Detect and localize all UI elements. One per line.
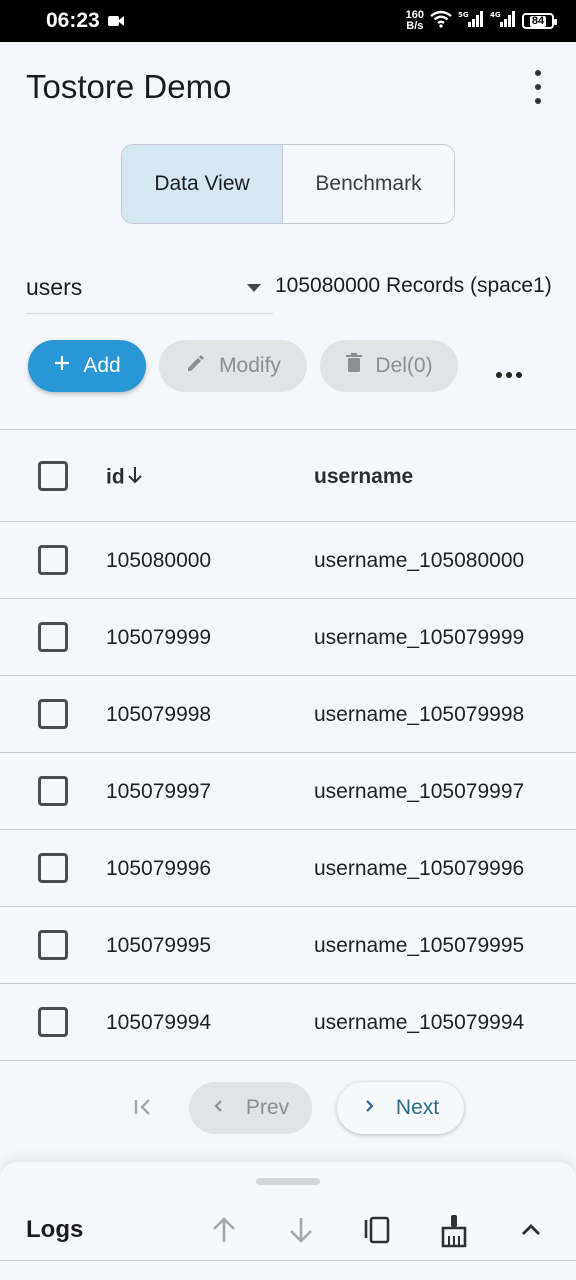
first-page-icon[interactable] — [128, 1092, 158, 1127]
table-row[interactable]: 105079994 username_105079994 — [0, 984, 576, 1061]
app-title: Tostore Demo — [26, 68, 232, 105]
column-header-id[interactable]: id — [106, 465, 143, 491]
chevron-up-icon[interactable] — [516, 1214, 546, 1251]
svg-text:4G: 4G — [490, 11, 501, 19]
status-right: 160 B/s 5G 4G 84 — [405, 9, 557, 33]
record-count: 105080000 Records (space1) — [275, 274, 552, 297]
row-checkbox[interactable] — [38, 776, 68, 806]
row-id: 105079997 — [106, 780, 212, 803]
row-username: username_105079996 — [314, 857, 525, 880]
table-row[interactable]: 105079998 username_105079998 — [0, 676, 576, 753]
delete-button[interactable]: Del(0) — [320, 340, 458, 392]
table-header: id username — [0, 430, 576, 522]
row-checkbox[interactable] — [38, 1007, 68, 1037]
row-id: 105080000 — [106, 549, 212, 572]
next-button-label: Next — [395, 1096, 440, 1119]
view-segmented-control: Data View Benchmark — [121, 144, 455, 224]
logs-divider — [0, 1260, 576, 1261]
video-camera-icon — [107, 9, 124, 33]
prev-button-label: Prev — [245, 1096, 290, 1119]
row-username: username_105079997 — [314, 780, 525, 803]
chevron-left-icon — [212, 1096, 226, 1120]
row-id: 105079999 — [106, 626, 212, 649]
status-bar: 06:23 160 B/s 5G 4G 84 — [0, 0, 576, 42]
app-bar: Tostore Demo — [0, 42, 576, 134]
caret-down-icon — [247, 284, 261, 292]
next-page-button[interactable]: Next — [337, 1082, 464, 1134]
signal-4g-icon: 4G — [490, 10, 516, 33]
net-speed: 160 B/s — [405, 9, 424, 32]
modify-button[interactable]: Modify — [159, 340, 307, 392]
row-id: 105079994 — [106, 1011, 212, 1034]
row-checkbox[interactable] — [38, 545, 68, 575]
add-button-label: Add — [83, 354, 121, 377]
delete-button-label: Del(0) — [375, 354, 433, 377]
pencil-icon — [185, 352, 207, 380]
action-bar: Add Modify Del(0) — [0, 338, 576, 394]
row-username: username_105079994 — [314, 1011, 525, 1034]
row-checkbox[interactable] — [38, 622, 68, 652]
logs-panel: Logs — [0, 1162, 576, 1280]
table-row[interactable]: 105079997 username_105079997 — [0, 753, 576, 830]
column-header-username[interactable]: username — [314, 465, 413, 489]
copy-icon[interactable] — [362, 1214, 392, 1251]
plus-icon — [53, 354, 71, 378]
table-row[interactable]: 105079999 username_105079999 — [0, 599, 576, 676]
status-left: 06:23 — [46, 9, 124, 33]
tab-data-view[interactable]: Data View — [122, 145, 283, 223]
arrow-down-icon[interactable] — [285, 1214, 317, 1251]
overflow-menu-icon[interactable] — [526, 70, 550, 104]
row-checkbox[interactable] — [38, 853, 68, 883]
trash-icon — [345, 352, 363, 380]
row-id: 105079998 — [106, 703, 212, 726]
add-button[interactable]: Add — [28, 340, 146, 392]
more-actions-icon[interactable] — [496, 372, 522, 378]
row-checkbox[interactable] — [38, 930, 68, 960]
tab-benchmark[interactable]: Benchmark — [283, 145, 454, 223]
select-all-checkbox[interactable] — [38, 461, 68, 491]
arrow-up-icon[interactable] — [208, 1214, 240, 1251]
svg-text:5G: 5G — [458, 11, 469, 19]
wifi-icon — [430, 10, 452, 33]
row-username: username_105079999 — [314, 626, 525, 649]
signal-5g-icon: 5G — [458, 10, 484, 33]
drag-handle[interactable] — [256, 1178, 320, 1185]
row-username: username_105079995 — [314, 934, 525, 957]
battery-icon: 84 — [522, 13, 557, 29]
modify-button-label: Modify — [219, 354, 281, 377]
table-dropdown-value: users — [26, 274, 83, 300]
prev-page-button[interactable]: Prev — [189, 1082, 312, 1134]
table-dropdown[interactable]: users — [26, 262, 273, 314]
logs-title: Logs — [26, 1216, 84, 1243]
pagination: Prev Next — [0, 1080, 576, 1136]
table-row[interactable]: 105079996 username_105079996 — [0, 830, 576, 907]
row-username: username_105080000 — [314, 549, 525, 572]
table-row[interactable]: 105079995 username_105079995 — [0, 907, 576, 984]
data-table: id username 105080000 username_105080000… — [0, 429, 576, 1061]
row-username: username_105079998 — [314, 703, 525, 726]
table-row[interactable]: 105080000 username_105080000 — [0, 522, 576, 599]
row-checkbox[interactable] — [38, 699, 68, 729]
chevron-right-icon — [362, 1096, 376, 1120]
row-id: 105079996 — [106, 857, 212, 880]
status-time: 06:23 — [46, 9, 100, 32]
broom-icon[interactable] — [439, 1214, 469, 1253]
sort-down-arrow-icon — [127, 465, 143, 491]
row-id: 105079995 — [106, 934, 212, 957]
